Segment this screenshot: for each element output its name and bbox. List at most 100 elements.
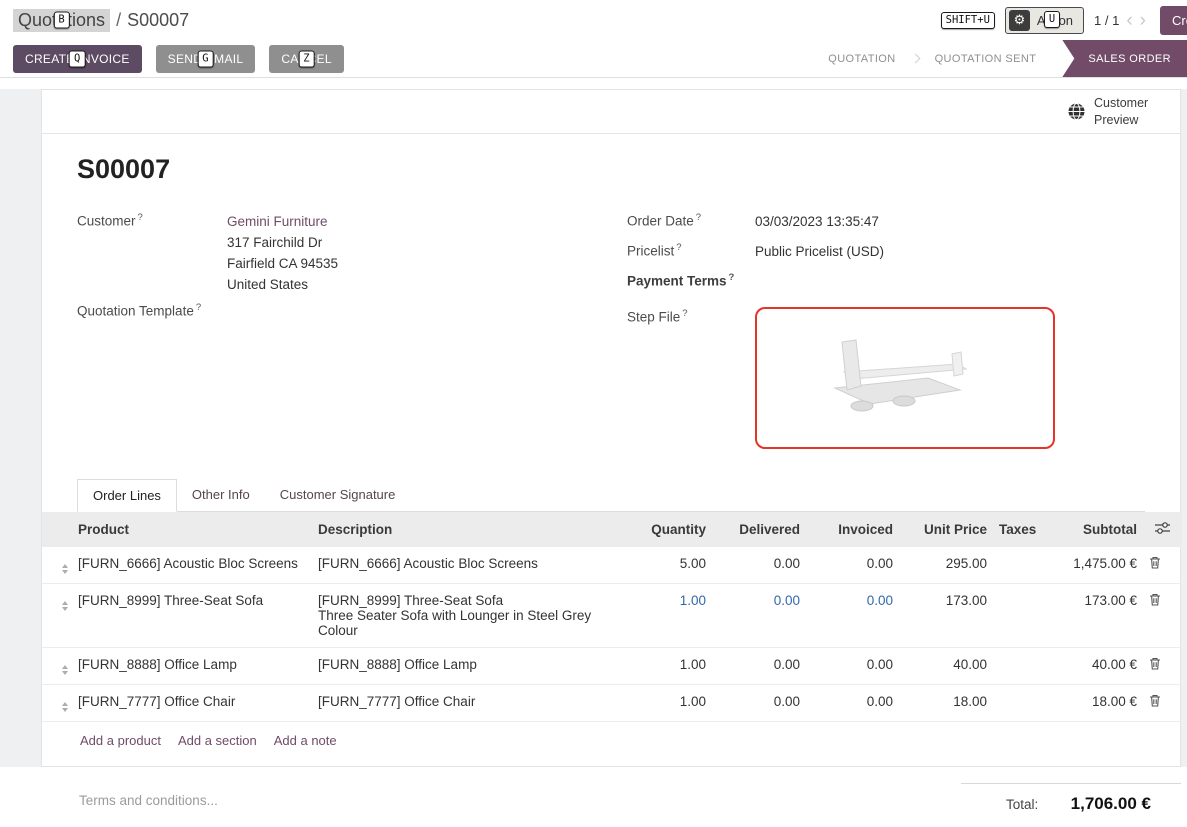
customer-preview-label: Customer Preview [1094, 95, 1162, 128]
page-title: S00007 [77, 154, 1145, 185]
add-a-section-link[interactable]: Add a section [178, 733, 257, 748]
cell-quantity[interactable]: 1.00 [612, 685, 712, 722]
table-row[interactable]: [FURN_7777] Office Chair [FURN_7777] Off… [42, 685, 1182, 722]
customer-link[interactable]: Gemini Furniture [227, 214, 328, 229]
cell-quantity[interactable]: 1.00 [612, 648, 712, 685]
customer-preview-button[interactable]: Customer Preview [1067, 95, 1162, 128]
cell-description[interactable]: [FURN_6666] Acoustic Bloc Screens [312, 547, 612, 584]
hotkey-hint: G [197, 50, 214, 67]
tab-order-lines[interactable]: Order Lines [77, 479, 177, 512]
cell-unit-price[interactable]: 295.00 [899, 547, 993, 584]
form-sheet: Customer Preview S00007 Customer? Gemini… [41, 89, 1181, 767]
pricelist-value[interactable]: Public Pricelist (USD) [755, 241, 884, 262]
create-button[interactable]: Create [1160, 6, 1187, 35]
control-panel: Quotations B / S00007 SHIFT+U ⚙ Action U… [0, 0, 1187, 40]
cell-unit-price[interactable]: 173.00 [899, 584, 993, 648]
row-action-cell [1143, 584, 1182, 648]
pager-next-icon[interactable]: › [1140, 11, 1146, 30]
cell-taxes[interactable] [993, 547, 1039, 584]
breadcrumb: Quotations B / S00007 [13, 9, 189, 32]
pager-previous-icon[interactable]: ‹ [1126, 11, 1132, 30]
send-email-button[interactable]: SEND EMAIL G [156, 45, 256, 73]
cell-invoiced[interactable]: 0.00 [806, 547, 899, 584]
cell-description[interactable]: [FURN_8888] Office Lamp [312, 648, 612, 685]
customer-value: Gemini Furniture 317 Fairchild Dr Fairfi… [227, 211, 338, 295]
cell-product[interactable]: [FURN_7777] Office Chair [72, 685, 312, 722]
column-quantity: Quantity [612, 512, 712, 547]
cell-delivered[interactable]: 0.00 [712, 584, 806, 648]
cell-taxes[interactable] [993, 685, 1039, 722]
add-a-product-link[interactable]: Add a product [80, 733, 161, 748]
cell-invoiced[interactable]: 0.00 [806, 584, 899, 648]
cell-subtotal[interactable]: 18.00 € [1039, 685, 1143, 722]
cell-subtotal[interactable]: 173.00 € [1039, 584, 1143, 648]
hotkey-hint: SHIFT+U [941, 12, 995, 29]
tab-other-info[interactable]: Other Info [177, 479, 265, 511]
cell-quantity[interactable]: 1.00 [612, 584, 712, 648]
form-view: Customer Preview S00007 Customer? Gemini… [0, 89, 1187, 767]
cell-product[interactable]: [FURN_8999] Three-Seat Sofa [72, 584, 312, 648]
status-step-sales-order[interactable]: SALES ORDER [1062, 40, 1187, 77]
cell-subtotal[interactable]: 40.00 € [1039, 648, 1143, 685]
column-unit-price: Unit Price [899, 512, 993, 547]
create-invoice-button[interactable]: CREATE INVOICE Q [13, 45, 142, 73]
delete-row-button[interactable] [1149, 556, 1161, 572]
delete-row-button[interactable] [1149, 593, 1161, 609]
status-steps: QUOTATION QUOTATION SENT SALES ORDER [812, 40, 1187, 77]
optional-columns-button[interactable] [1143, 512, 1182, 547]
field-column-right: Order Date? 03/03/2023 13:35:47 Pricelis… [611, 211, 1145, 449]
cell-delivered[interactable]: 0.00 [712, 648, 806, 685]
cell-unit-price[interactable]: 40.00 [899, 648, 993, 685]
order-date-label: Order Date? [627, 211, 755, 229]
drag-handle-icon[interactable] [48, 601, 68, 611]
order-lines-body: [FURN_6666] Acoustic Bloc Screens [FURN_… [42, 547, 1182, 722]
pager: 1 / 1 ‹ › [1094, 11, 1146, 30]
cell-description[interactable]: [FURN_8999] Three-Seat Sofa Three Seater… [312, 584, 612, 648]
cell-invoiced[interactable]: 0.00 [806, 648, 899, 685]
table-row[interactable]: [FURN_8888] Office Lamp [FURN_8888] Offi… [42, 648, 1182, 685]
cell-taxes[interactable] [993, 584, 1039, 648]
cell-unit-price[interactable]: 18.00 [899, 685, 993, 722]
status-step-quotation[interactable]: QUOTATION [812, 53, 911, 65]
cell-description[interactable]: [FURN_7777] Office Chair [312, 685, 612, 722]
step-file-image[interactable] [755, 307, 1055, 449]
table-row[interactable]: [FURN_8999] Three-Seat Sofa [FURN_8999] … [42, 584, 1182, 648]
cancel-button[interactable]: CANCEL Z [269, 45, 343, 73]
add-a-note-link[interactable]: Add a note [274, 733, 337, 748]
order-date-value[interactable]: 03/03/2023 13:35:47 [755, 211, 879, 232]
tab-customer-signature[interactable]: Customer Signature [265, 479, 411, 511]
delete-row-button[interactable] [1149, 657, 1161, 673]
step-file-3d-render-icon [800, 326, 1010, 431]
table-header-row: Product Description Quantity Delivered I… [42, 512, 1182, 547]
cell-quantity[interactable]: 5.00 [612, 547, 712, 584]
cell-delivered[interactable]: 0.00 [712, 685, 806, 722]
cell-delivered[interactable]: 0.00 [712, 547, 806, 584]
column-invoiced: Invoiced [806, 512, 899, 547]
sheet-top-strip: Customer Preview [42, 90, 1180, 134]
hotkey-hint: B [53, 12, 69, 29]
add-links: Add a product Add a section Add a note [77, 722, 1145, 760]
customer-label: Customer? [77, 211, 227, 229]
globe-icon [1067, 102, 1086, 121]
status-step-quotation-sent[interactable]: QUOTATION SENT [919, 53, 1053, 65]
column-product: Product [72, 512, 312, 547]
drag-handle-icon[interactable] [48, 702, 68, 712]
column-subtotal: Subtotal [1039, 512, 1143, 547]
customer-address: 317 Fairchild Dr Fairfield CA 94535 Unit… [227, 232, 338, 295]
cell-taxes[interactable] [993, 648, 1039, 685]
table-row[interactable]: [FURN_6666] Acoustic Bloc Screens [FURN_… [42, 547, 1182, 584]
breadcrumb-quotations[interactable]: Quotations B [13, 9, 110, 32]
terms-and-conditions-field[interactable]: Terms and conditions... [79, 783, 218, 814]
cell-product[interactable]: [FURN_6666] Acoustic Bloc Screens [72, 547, 312, 584]
drag-handle-icon[interactable] [48, 665, 68, 675]
drag-handle-icon[interactable] [48, 564, 68, 574]
sheet-body: S00007 Customer? Gemini Furniture 317 Fa… [42, 134, 1180, 766]
cell-subtotal[interactable]: 1,475.00 € [1039, 547, 1143, 584]
cell-invoiced[interactable]: 0.00 [806, 685, 899, 722]
trash-icon [1149, 657, 1161, 670]
delete-row-button[interactable] [1149, 694, 1161, 710]
cell-product[interactable]: [FURN_8888] Office Lamp [72, 648, 312, 685]
column-description: Description [312, 512, 612, 547]
gear-icon: ⚙ [1009, 10, 1030, 31]
action-menu-button[interactable]: ⚙ Action U [1005, 7, 1084, 34]
